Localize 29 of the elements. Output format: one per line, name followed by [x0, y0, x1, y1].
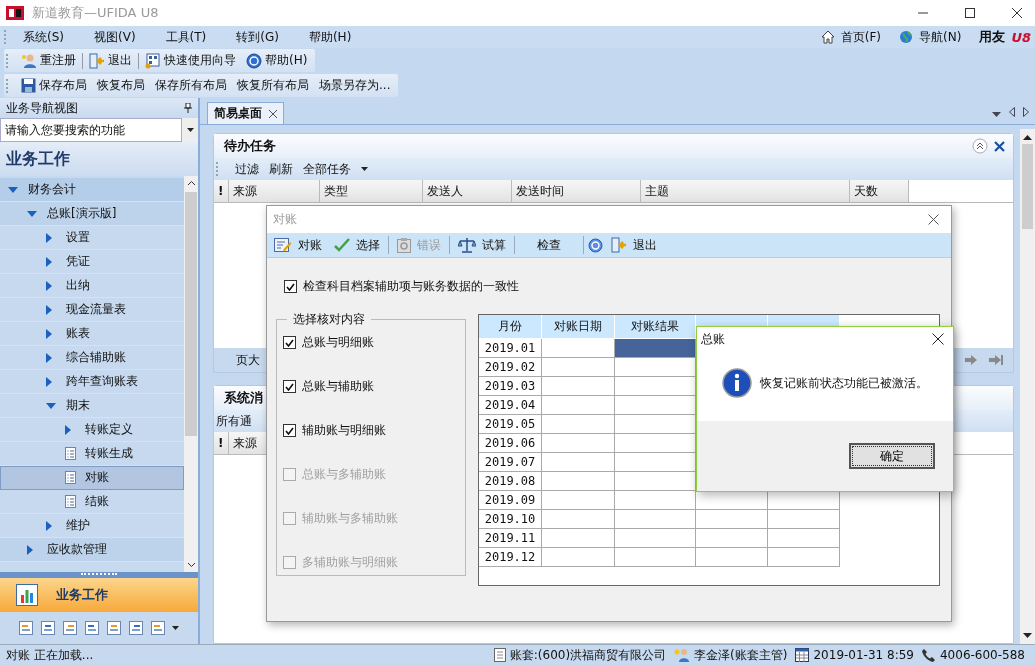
- table-cell: 2019.10: [479, 510, 542, 529]
- table-cell: 2019.11: [479, 529, 542, 548]
- section-heading: 业务工作: [0, 142, 198, 176]
- table-cell: 2019.05: [479, 415, 542, 434]
- status-item: 4006-600-588: [940, 648, 1025, 662]
- table-cell: 2019.09: [479, 491, 542, 510]
- table-cell: 2019.01: [479, 339, 542, 358]
- group-title: 选择核对内容: [292, 311, 366, 328]
- brand-mark: U8: [1011, 29, 1031, 45]
- table-cell: 2019.12: [479, 548, 542, 567]
- status-text: 对账 正在加载...: [6, 646, 94, 664]
- dialog-title: 总账: [701, 330, 725, 348]
- table-cell: 2019.03: [479, 377, 542, 396]
- message-text: 恢复记账前状态功能已被激活。: [760, 374, 928, 392]
- status-item: 2019-01-31 8:59: [813, 648, 914, 662]
- table-cell: 2019.07: [479, 453, 542, 472]
- sidebar-title: 业务导航视图: [6, 99, 78, 117]
- dialog-title: 对账: [273, 211, 297, 228]
- panel-title: 待办任务: [224, 137, 276, 155]
- table-cell: 2019.04: [479, 396, 542, 415]
- pager-label: 页大: [236, 351, 260, 369]
- table-cell: 2019.06: [479, 434, 542, 453]
- status-item: 李金泽(账套主管): [694, 646, 788, 664]
- table-cell: 2019.08: [479, 472, 542, 491]
- table-cell: 2019.02: [479, 358, 542, 377]
- panel-title: 系统消: [224, 389, 263, 407]
- brand-name: 用友: [979, 28, 1006, 46]
- status-item: 账套:(600)洪福商贸有限公司: [509, 646, 667, 664]
- window-title: 新道教育—UFIDA U8: [32, 4, 159, 22]
